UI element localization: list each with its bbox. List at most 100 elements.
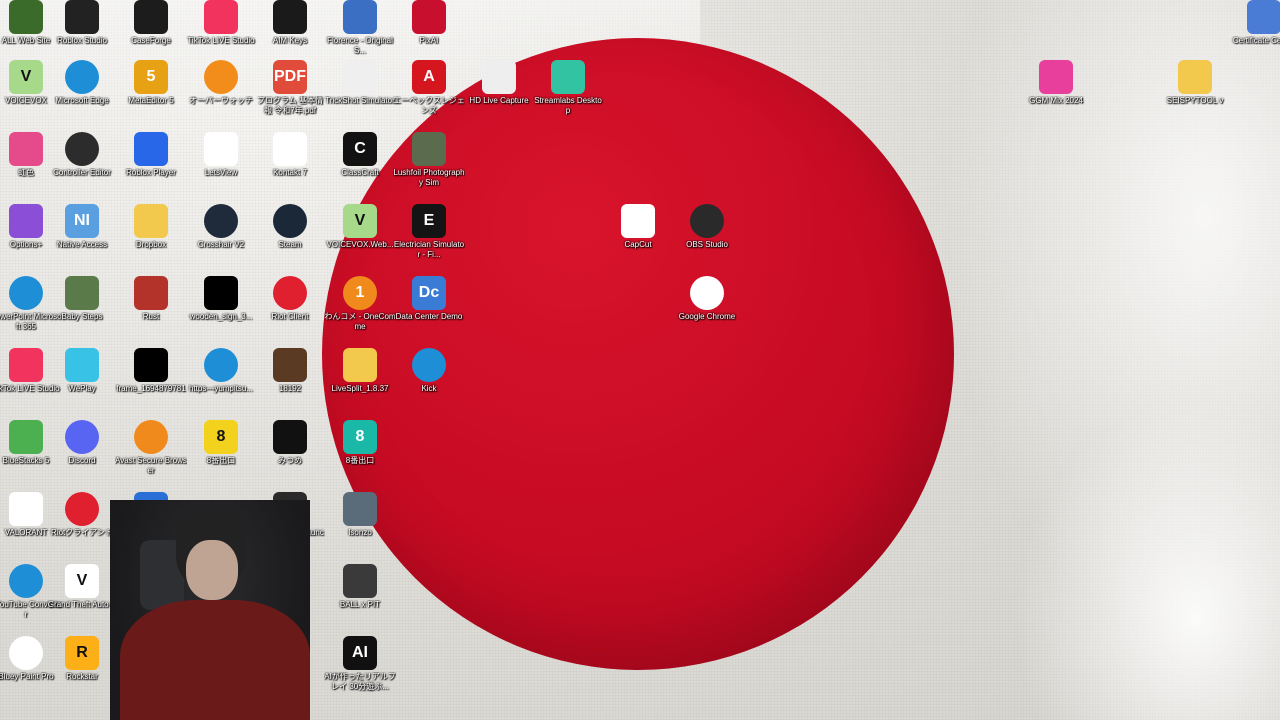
desktop-icon[interactable]: V VOICEVOX.Web... — [324, 204, 396, 250]
desktop-icon[interactable]: Avast Secure Browser — [115, 420, 187, 476]
desktop-icon[interactable]: Discord — [46, 420, 118, 466]
ai-game-icon: AI — [343, 636, 377, 670]
electrician-icon: E — [412, 204, 446, 238]
kontakt-icon — [273, 132, 307, 166]
metaeditor-icon: 5 — [134, 60, 168, 94]
caseforge-icon — [134, 0, 168, 34]
overwatch-icon — [204, 60, 238, 94]
desktop-icon[interactable]: みつめ — [254, 420, 326, 466]
desktop-icon[interactable]: Kick — [393, 348, 465, 394]
tiktok-icon — [204, 0, 238, 34]
desktop-icon[interactable]: AI AIが作ったリアルプレイ 30分遊ぶ... — [324, 636, 396, 692]
desktop-icon-label: MetaEditor 5 — [128, 96, 174, 105]
desktop-icon[interactable]: TrickShot Simulator — [324, 60, 396, 106]
desktop-icon-label: Google Chrome — [678, 312, 736, 321]
exit8-icon: 8 — [204, 420, 238, 454]
desktop-icon[interactable]: OBS Studio — [671, 204, 743, 250]
music-icon — [343, 0, 377, 34]
desktop-icon[interactable]: Dropbox — [115, 204, 187, 250]
desktop-icon-label: 18192 — [278, 384, 302, 393]
desktop-icon-label: Riot Client — [271, 312, 309, 321]
image-file-icon — [134, 348, 168, 382]
desktop-icon[interactable]: Riot Client — [254, 276, 326, 322]
desktop-icon[interactable]: 8 8番出口 — [185, 420, 257, 466]
desktop-icon[interactable]: Isonzo — [324, 492, 396, 538]
desktop-icon[interactable]: Lushfoil Photography Sim — [393, 132, 465, 188]
edge-icon — [65, 60, 99, 94]
lushfoil-icon — [412, 132, 446, 166]
desktop-icon[interactable]: https---yumpitsu... — [185, 348, 257, 394]
desktop-icon[interactable]: E Electrician Simulator - Fi... — [393, 204, 465, 260]
desktop-icon-label: frame_1694879781 — [116, 384, 186, 393]
desktop-icon[interactable]: Roblox Studio — [46, 0, 118, 46]
desktop-icon[interactable]: BALL x PIT — [324, 564, 396, 610]
riot-client-icon — [65, 492, 99, 526]
desktop-icon-label: LetsView — [204, 168, 238, 177]
desktop-icon[interactable]: LiveSplit_1.8.37 — [324, 348, 396, 394]
onecomme-icon: 1 — [343, 276, 377, 310]
desktop-icon[interactable]: Kontakt 7 — [254, 132, 326, 178]
desktop-icon[interactable]: A エーペックスレジェンズ — [393, 60, 465, 116]
tiktok-icon — [9, 348, 43, 382]
desktop-icon[interactable]: Dc Data Center Demo — [393, 276, 465, 322]
desktop-icon[interactable]: AIM Keys — [254, 0, 326, 46]
exit8-icon: 8 — [343, 420, 377, 454]
desktop-icon[interactable]: CaseForge — [115, 0, 187, 46]
desktop-icon[interactable]: Riotクライアント — [46, 492, 118, 538]
desktop-icon[interactable]: Steam — [254, 204, 326, 250]
desktop-icon-label: Florence - Original S... — [327, 36, 393, 55]
desktop-icon-label: Grand Theft Auto V — [47, 600, 117, 609]
desktop-icon[interactable]: V Grand Theft Auto V — [46, 564, 118, 610]
desktop-icon[interactable]: Certificate Center — [1228, 0, 1280, 46]
desktop-icon-label: Crosshair V2 — [197, 240, 245, 249]
desktop-icon[interactable]: LetsView — [185, 132, 257, 178]
desktop-icon[interactable]: R Rockstar — [46, 636, 118, 682]
apex-icon: A — [412, 60, 446, 94]
desktop-icon[interactable]: C ClassCraft — [324, 132, 396, 178]
desktop-icon[interactable]: Rust — [115, 276, 187, 322]
desktop-icon-label: PixAI — [419, 36, 439, 45]
desktop-icon[interactable]: PixAI — [393, 0, 465, 46]
desktop-icon-label: Native Access — [56, 240, 108, 249]
desktop-icon[interactable]: WePlay — [46, 348, 118, 394]
rust-icon — [134, 276, 168, 310]
desktop-icon[interactable]: CapCut — [602, 204, 674, 250]
desktop-icon[interactable]: Controller Editor — [46, 132, 118, 178]
desktop-icon[interactable]: Crosshair V2 — [185, 204, 257, 250]
native-access-icon: NI — [65, 204, 99, 238]
desktop-icon[interactable]: 5 MetaEditor 5 — [115, 60, 187, 106]
desktop-icon-label: Isonzo — [348, 528, 372, 537]
desktop-icon[interactable]: PDF プログラム 基本情報 令和7年.pdf — [254, 60, 326, 116]
desktop-icon[interactable]: Roblox Player — [115, 132, 187, 178]
desktop-icon[interactable]: frame_1694879781 — [115, 348, 187, 394]
desktop-icon[interactable]: SEISPYTOOL v — [1159, 60, 1231, 106]
desktop-icon[interactable]: 18192 — [254, 348, 326, 394]
classcraft-icon: C — [343, 132, 377, 166]
desktop-icon[interactable]: オーバーウォッチ — [185, 60, 257, 106]
desktop-icon[interactable]: Baby Steps — [46, 276, 118, 322]
desktop-icon[interactable]: NI Native Access — [46, 204, 118, 250]
controller-editor-icon — [65, 132, 99, 166]
steam-icon — [273, 204, 307, 238]
desktop-icon-label: Rust — [142, 312, 160, 321]
letsview-icon — [204, 132, 238, 166]
desktop-icon[interactable]: GGM Mix 2024 — [1020, 60, 1092, 106]
gta-icon: V — [65, 564, 99, 598]
desktop-icon-label: Data Center Demo — [395, 312, 463, 321]
desktop-icon[interactable]: Google Chrome — [671, 276, 743, 322]
desktop-icon[interactable]: TikTok LIVE Studio — [185, 0, 257, 46]
desktop-icon[interactable]: Florence - Original S... — [324, 0, 396, 56]
aim-icon — [273, 0, 307, 34]
desktop-icon[interactable]: 8 8番出口 — [324, 420, 396, 466]
desktop-icon-label: Certificate Center — [1232, 36, 1280, 45]
desktop-icon[interactable]: 1 わんコメ - OneComme — [324, 276, 396, 332]
image-file-icon — [204, 276, 238, 310]
desktop-icon[interactable]: Streamlabs Desktop — [532, 60, 604, 116]
desktop-icon-label: Microsoft Edge — [55, 96, 109, 105]
desktop-icon-label: Steam — [278, 240, 302, 249]
desktop-icon[interactable]: Microsoft Edge — [46, 60, 118, 106]
desktop-icon[interactable]: wooden_sign_3... — [185, 276, 257, 322]
folder-icon — [134, 204, 168, 238]
options-icon — [9, 204, 43, 238]
desktop-icon[interactable]: HD Live Capture — [463, 60, 535, 106]
